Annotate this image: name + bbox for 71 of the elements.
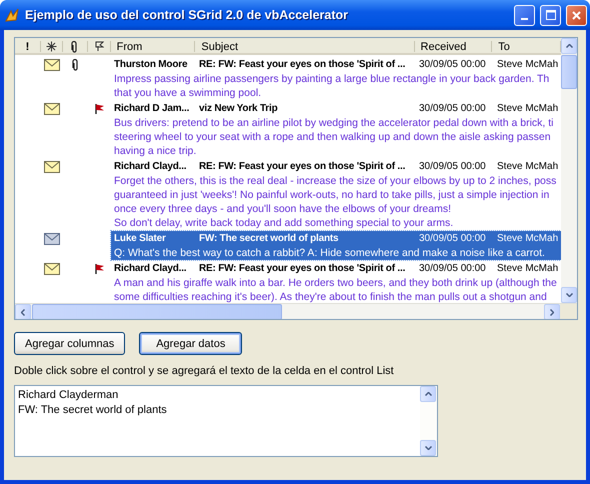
column-header[interactable]: From	[116, 40, 142, 52]
maximize-icon	[546, 10, 556, 20]
message-preview: Forget the others, this is the real deal - increase the size of your elbows by up to 2 inches, poss	[113, 174, 556, 188]
paperclip-icon	[71, 40, 78, 52]
scroll-up-button[interactable]	[561, 38, 577, 54]
message-preview: guaranteed in just 'weeks'! No painful work-outs, no hard to take pills, just a simple injection in	[113, 188, 550, 202]
envelope-icon	[44, 58, 60, 70]
date-cell-text: 30/09/05 00:00	[418, 262, 487, 276]
scroll-thumb[interactable]	[32, 304, 282, 319]
sender-cell-text: Richard Clayd...	[113, 262, 188, 276]
message-preview: having a nice trip.	[113, 144, 196, 158]
envelope-icon	[44, 232, 60, 244]
column-header[interactable]: Received	[420, 40, 466, 52]
scroll-down-button[interactable]	[561, 287, 577, 303]
minimize-icon	[521, 18, 528, 20]
envelope-icon	[44, 160, 60, 172]
push-button[interactable]: Agregar columnas	[14, 332, 126, 355]
window-title: Ejemplo de uso del control SGrid 2.0 de vbAccelerator	[25, 8, 350, 22]
push-button[interactable]: Agregar datos	[139, 332, 242, 355]
scroll-right-button[interactable]	[544, 304, 560, 319]
list-item[interactable]: FW: The secret world of plants	[18, 403, 417, 418]
maximize-button[interactable]	[540, 4, 561, 26]
column-header[interactable]: Subject	[201, 40, 238, 52]
asterisk-icon	[46, 41, 57, 52]
recipient-cell-text: Steve McMah	[496, 232, 560, 246]
date-cell-text: 30/09/05 00:00	[418, 58, 487, 72]
scroll-thumb[interactable]	[561, 55, 577, 89]
close-button[interactable]	[566, 4, 587, 26]
subject-cell-text: RE: FW: Feast your eyes on those 'Spirit of ...	[198, 160, 406, 174]
close-icon	[572, 10, 581, 20]
scroll-down-button[interactable]	[420, 440, 436, 456]
instruction-text: Doble click sobre el control y se agregará el texto de la celda en el control List	[14, 365, 394, 377]
message-preview: once every three days - and you'll soon have the elbows of your dreams!	[113, 202, 452, 216]
subject-cell-text: RE: FW: Feast your eyes on those 'Spirit of ...	[198, 58, 406, 72]
recipient-cell-text: Steve McMah	[496, 102, 560, 116]
subject-cell-text: RE: FW: Feast your eyes on those 'Spirit of ...	[198, 262, 406, 276]
sender-cell-text: Thurston Moore	[113, 58, 188, 72]
message-preview: Bus drivers: pretend to be an airline pilot by wedging the accelerator pedal down with a brick, ti	[113, 116, 554, 130]
scrollbar-corner	[560, 304, 577, 319]
date-cell-text: 30/09/05 00:00	[418, 102, 487, 116]
recipient-cell-text: Steve McMah	[496, 58, 560, 72]
message-row[interactable]: Luke Slater FW: The secret world of plants 30/09/05 00:00 Steve McMah Q: What's the best way to catch a rabbit? A: Hide somewhere and make a noise like a carrot.	[111, 231, 561, 260]
list-item[interactable]: Richard Clayderman	[18, 388, 417, 403]
message-preview: A man and his giraffe walk into a bar. He orders two beers, and they both drink up (although the	[113, 276, 557, 290]
subject-cell-text: FW: The secret world of plants	[198, 232, 340, 246]
minimize-button[interactable]	[514, 4, 535, 26]
column-header[interactable]: !	[26, 40, 30, 52]
recipient-cell-text: Steve McMah	[496, 262, 560, 276]
sender-cell-text: Luke Slater	[113, 232, 167, 246]
date-cell-text: 30/09/05 00:00	[418, 160, 487, 174]
flag-icon	[94, 41, 104, 52]
sender-cell-text: Richard Clayd...	[113, 160, 188, 174]
message-preview: steering wheel to your seat with a rope and then walking up and down the aisle asking passen	[113, 130, 551, 144]
horizontal-scrollbar[interactable]	[15, 303, 577, 319]
message-preview: Impress passing airline passengers by painting a large blue rectangle in your back garden. Th	[113, 72, 550, 86]
column-header[interactable]: To	[498, 40, 510, 52]
date-cell-text: 30/09/05 00:00	[418, 232, 487, 246]
vertical-scrollbar[interactable]	[561, 38, 577, 303]
sender-cell-text: Richard D Jam...	[113, 102, 190, 116]
vertical-scrollbar[interactable]	[420, 386, 437, 456]
scroll-up-button[interactable]	[420, 386, 436, 402]
subject-cell-text: viz New York Trip	[198, 102, 278, 116]
recipient-cell-text: Steve McMah	[496, 160, 560, 174]
scroll-left-button[interactable]	[15, 304, 31, 319]
message-preview: some difficulties reaching it's beer). As they're about to finish the man pulls out a shotgun and	[113, 290, 547, 303]
message-preview: that you have a swimming pool.	[113, 86, 262, 100]
envelope-icon	[44, 262, 60, 274]
app-icon	[4, 7, 20, 23]
envelope-icon	[44, 102, 60, 114]
message-preview: So don't delay, write back today and add something special to your arms.	[113, 216, 454, 230]
message-preview: Q: What's the best way to catch a rabbit? A: Hide somewhere and make a noise like a carrot.	[113, 246, 545, 260]
